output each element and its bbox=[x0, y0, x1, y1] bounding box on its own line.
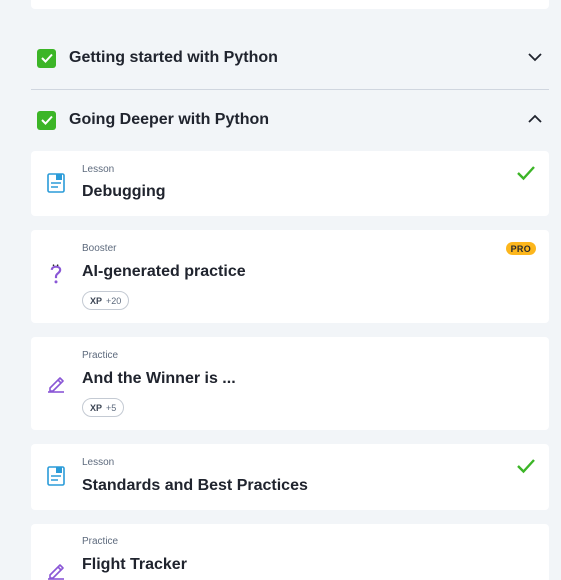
list-item-ai-practice[interactable]: Booster AI-generated practice PRO XP +20 bbox=[31, 230, 549, 323]
check-icon bbox=[40, 53, 53, 63]
pro-badge: PRO bbox=[505, 242, 536, 255]
item-kind: Lesson bbox=[82, 164, 115, 175]
chevron-up-icon[interactable] bbox=[527, 111, 543, 127]
list-item-winner[interactable]: Practice And the Winner is ... XP +5 bbox=[31, 337, 549, 430]
item-title: And the Winner is ... bbox=[82, 370, 236, 387]
xp-badge: XP +5 bbox=[82, 398, 125, 417]
completed-check-icon bbox=[517, 459, 535, 474]
xp-label: XP bbox=[90, 402, 103, 413]
item-title: Debugging bbox=[82, 183, 166, 200]
chevron-down-icon[interactable] bbox=[527, 49, 543, 65]
section-divider bbox=[31, 89, 549, 90]
item-kind: Lesson bbox=[82, 457, 115, 468]
item-kind: Practice bbox=[82, 536, 119, 547]
check-icon bbox=[40, 115, 53, 125]
item-kind: Practice bbox=[82, 350, 119, 361]
lesson-icon bbox=[47, 173, 65, 193]
practice-icon bbox=[48, 564, 64, 580]
list-item-debugging[interactable]: Lesson Debugging bbox=[31, 151, 549, 216]
xp-value: +5 bbox=[106, 402, 117, 413]
lesson-icon bbox=[47, 466, 65, 486]
section-getting-started[interactable]: Getting started with Python bbox=[31, 31, 549, 85]
xp-label: XP bbox=[90, 295, 103, 306]
booster-icon bbox=[50, 264, 62, 284]
section-title: Getting started with Python bbox=[69, 49, 278, 66]
item-title: Standards and Best Practices bbox=[82, 477, 308, 494]
item-title: Flight Tracker bbox=[82, 556, 187, 573]
list-item-standards[interactable]: Lesson Standards and Best Practices bbox=[31, 444, 549, 510]
practice-icon bbox=[48, 377, 64, 393]
section-going-deeper[interactable]: Going Deeper with Python bbox=[31, 93, 549, 147]
list-item-flight-tracker[interactable]: Practice Flight Tracker bbox=[31, 524, 549, 580]
completed-check-icon bbox=[517, 166, 535, 181]
xp-value: +20 bbox=[106, 295, 122, 306]
section-complete-checkbox bbox=[37, 110, 56, 130]
section-complete-checkbox bbox=[37, 48, 56, 68]
previous-card bbox=[31, 0, 549, 9]
xp-badge: XP +20 bbox=[82, 291, 130, 310]
section-title: Going Deeper with Python bbox=[69, 111, 270, 128]
item-kind: Booster bbox=[82, 243, 117, 254]
item-title: AI-generated practice bbox=[82, 263, 246, 280]
